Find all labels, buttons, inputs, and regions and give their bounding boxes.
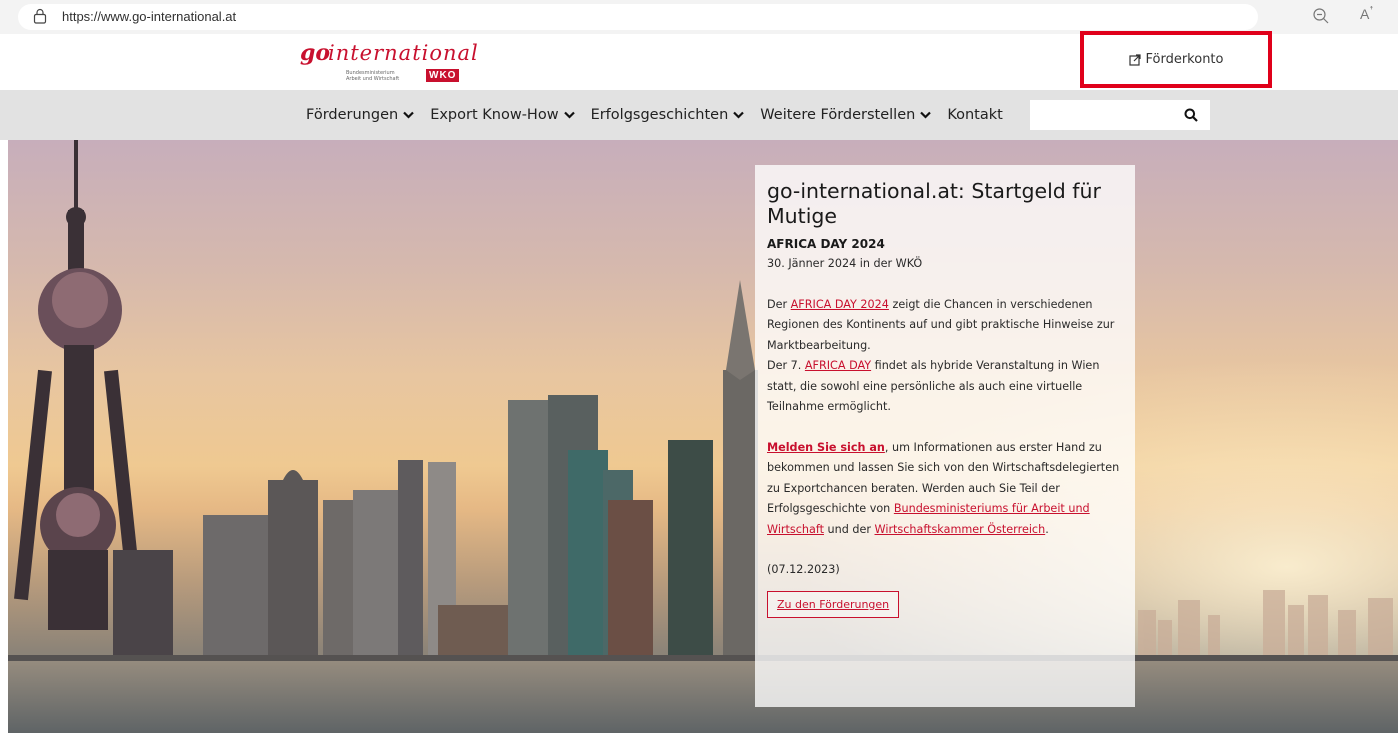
chevron-down-icon bbox=[920, 111, 932, 119]
p2-pre: Der 7. bbox=[767, 359, 805, 372]
hero-content-card: go-international.at: Startgeld für Mutig… bbox=[755, 165, 1135, 707]
nav-item-weitere-foerderstellen[interactable]: Weitere Förderstellen bbox=[760, 107, 932, 123]
event-date: 30. Jänner 2024 in der WKÖ bbox=[767, 257, 923, 270]
nav-item-erfolgsgeschichten[interactable]: Erfolgsgeschichten bbox=[591, 107, 745, 123]
register-link[interactable]: Melden Sie sich an bbox=[767, 441, 885, 454]
nav-item-kontakt[interactable]: Kontakt bbox=[947, 107, 1003, 123]
logo-ministry-line2: Arbeit und Wirtschaft bbox=[346, 76, 400, 82]
chevron-down-icon bbox=[733, 111, 745, 119]
africa-day-2024-link[interactable]: AFRICA DAY 2024 bbox=[791, 298, 889, 311]
nav-item-label: Kontakt bbox=[947, 107, 1003, 123]
lock-icon[interactable] bbox=[33, 8, 47, 24]
africa-day-link[interactable]: AFRICA DAY bbox=[805, 359, 871, 372]
city-skyline-image bbox=[8, 140, 1398, 733]
nav-item-foerderungen[interactable]: Förderungen bbox=[306, 107, 414, 123]
zoom-out-icon[interactable] bbox=[1312, 7, 1330, 25]
logo-ministry: Bundesministerium Arbeit und Wirtschaft bbox=[346, 70, 406, 82]
nav-list: Förderungen Export Know-How Erfolgsgesch… bbox=[306, 90, 1019, 140]
external-link-icon bbox=[1128, 53, 1141, 66]
foerderkonto-link[interactable]: Förderkonto bbox=[1080, 31, 1272, 88]
url-text[interactable]: https://www.go-international.at bbox=[62, 9, 236, 24]
browser-address-bar: https://www.go-international.at Aꜛ bbox=[0, 0, 1398, 34]
search-input[interactable] bbox=[1030, 100, 1170, 130]
logo-international: international bbox=[328, 41, 479, 65]
p1-pre: Der bbox=[767, 297, 791, 311]
event-title: AFRICA DAY 2024 bbox=[767, 237, 885, 251]
nav-item-label: Export Know-How bbox=[430, 107, 559, 123]
site-header: go international Bundesministerium Arbei… bbox=[0, 31, 1398, 90]
nav-item-label: Erfolgsgeschichten bbox=[590, 107, 729, 123]
nav-item-label: Förderungen bbox=[306, 107, 399, 123]
chevron-down-icon bbox=[563, 111, 575, 119]
hero-image bbox=[8, 140, 1398, 733]
nav-item-label: Weitere Förderstellen bbox=[760, 107, 916, 123]
search-box bbox=[1030, 100, 1210, 130]
nav-item-export-know-how[interactable]: Export Know-How bbox=[430, 107, 575, 123]
publish-date: (07.12.2023) bbox=[767, 563, 840, 576]
wko-link[interactable]: Wirtschaftskammer Österreich bbox=[875, 523, 1046, 536]
registration-paragraph: Melden Sie sich an, um Informationen aus… bbox=[767, 438, 1123, 541]
foerderkonto-label: Förderkonto bbox=[1145, 52, 1224, 67]
hero-title: go-international.at: Startgeld für Mutig… bbox=[767, 179, 1101, 228]
logo-wko: WKO bbox=[426, 69, 460, 82]
zu-den-foerderungen-button[interactable]: Zu den Förderungen bbox=[767, 590, 900, 618]
p3-mid: und der bbox=[823, 522, 875, 536]
p3-end: . bbox=[1045, 522, 1049, 536]
event-description: Der AFRICA DAY 2024 zeigt die Chancen in… bbox=[767, 295, 1123, 418]
main-nav: Förderungen Export Know-How Erfolgsgesch… bbox=[0, 90, 1398, 140]
site-logo[interactable]: go international Bundesministerium Arbei… bbox=[300, 40, 480, 86]
search-icon[interactable] bbox=[1184, 108, 1198, 122]
chevron-down-icon bbox=[403, 111, 414, 119]
logo-go: go bbox=[300, 40, 331, 66]
read-aloud-icon[interactable]: Aꜛ bbox=[1360, 6, 1373, 22]
